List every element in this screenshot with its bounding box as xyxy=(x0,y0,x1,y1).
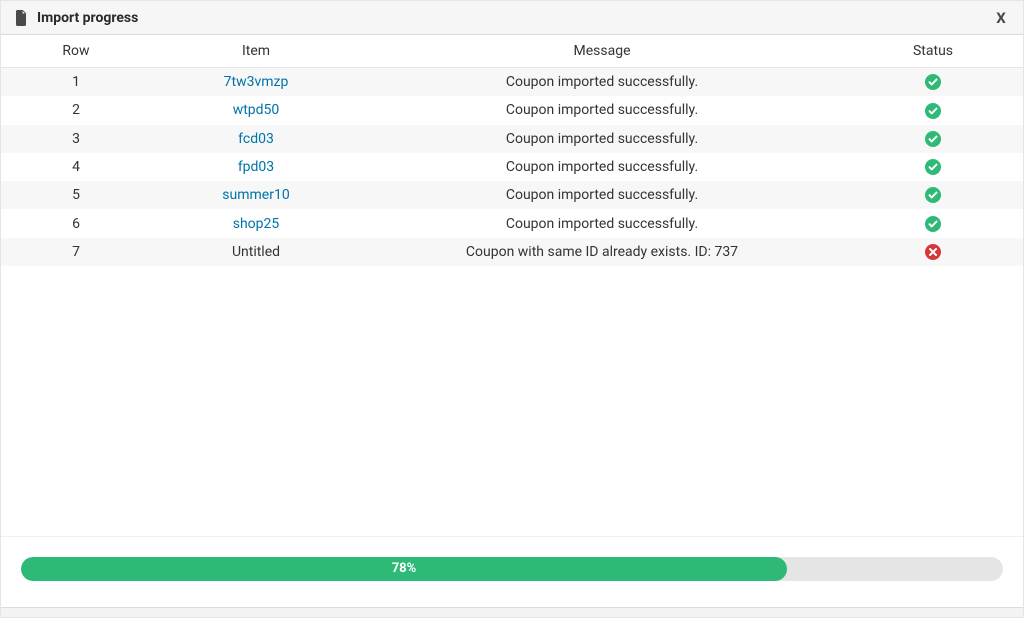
table-row: 4 fpd03 Coupon imported successfully. xyxy=(1,153,1023,181)
cell-status xyxy=(843,153,1023,181)
cell-item: wtpd50 xyxy=(151,96,361,124)
cell-message: Coupon imported successfully. xyxy=(361,68,843,97)
dialog-titlebar: Import progress X xyxy=(1,1,1023,35)
progress-bar: 78% xyxy=(21,557,1003,581)
status-error-icon xyxy=(925,244,941,260)
cell-row-number: 1 xyxy=(1,68,151,97)
item-link[interactable]: 7tw3vmzp xyxy=(224,74,289,90)
cell-message: Coupon imported successfully. xyxy=(361,209,843,237)
cell-status xyxy=(843,209,1023,237)
cell-row-number: 6 xyxy=(1,209,151,237)
close-button[interactable]: X xyxy=(991,8,1011,28)
table-row: 3 fcd03 Coupon imported successfully. xyxy=(1,125,1023,153)
cell-status xyxy=(843,125,1023,153)
item-link[interactable]: fcd03 xyxy=(238,131,274,147)
cell-row-number: 7 xyxy=(1,238,151,266)
status-success-icon xyxy=(925,131,941,147)
item-link[interactable]: wtpd50 xyxy=(233,102,280,118)
table-row: 6 shop25 Coupon imported successfully. xyxy=(1,209,1023,237)
cell-status xyxy=(843,96,1023,124)
cell-row-number: 2 xyxy=(1,96,151,124)
item-link[interactable]: shop25 xyxy=(233,216,280,232)
cell-row-number: 3 xyxy=(1,125,151,153)
header-status: Status xyxy=(843,35,1023,68)
bottom-band xyxy=(1,607,1023,617)
table-row: 5 summer10 Coupon imported successfully. xyxy=(1,181,1023,209)
cell-status xyxy=(843,68,1023,97)
document-icon xyxy=(13,10,29,26)
status-success-icon xyxy=(925,102,941,118)
cell-item: shop25 xyxy=(151,209,361,237)
status-success-icon xyxy=(925,215,941,231)
cell-message: Coupon imported successfully. xyxy=(361,153,843,181)
dialog-footer: 78% xyxy=(1,536,1023,607)
cell-item: fpd03 xyxy=(151,153,361,181)
cell-message: Coupon imported successfully. xyxy=(361,96,843,124)
header-item: Item xyxy=(151,35,361,68)
header-row: Row xyxy=(1,35,151,68)
cell-item: fcd03 xyxy=(151,125,361,153)
cell-message: Coupon imported successfully. xyxy=(361,181,843,209)
cell-status xyxy=(843,238,1023,266)
item-link[interactable]: summer10 xyxy=(222,187,289,203)
status-success-icon xyxy=(925,74,941,90)
cell-row-number: 4 xyxy=(1,153,151,181)
cell-message: Coupon with same ID already exists. ID: … xyxy=(361,238,843,266)
header-message: Message xyxy=(361,35,843,68)
table-row: 7 Untitled Coupon with same ID already exi… xyxy=(1,238,1023,266)
status-success-icon xyxy=(925,187,941,203)
cell-row-number: 5 xyxy=(1,181,151,209)
cell-item: summer10 xyxy=(151,181,361,209)
import-progress-dialog: Import progress X Row Item Message Statu… xyxy=(0,0,1024,618)
dialog-title: Import progress xyxy=(37,10,991,26)
item-text: Untitled xyxy=(232,244,280,260)
progress-label: 78% xyxy=(21,557,787,581)
table-header-row: Row Item Message Status xyxy=(1,35,1023,68)
results-table-wrap: Row Item Message Status 1 7tw3vmzp Coupon … xyxy=(1,35,1023,536)
cell-status xyxy=(843,181,1023,209)
results-table: Row Item Message Status 1 7tw3vmzp Coupon … xyxy=(1,35,1023,266)
progress-bar-fill: 78% xyxy=(21,557,787,581)
item-link[interactable]: fpd03 xyxy=(238,159,274,175)
table-row: 2 wtpd50 Coupon imported successfully. xyxy=(1,96,1023,124)
status-success-icon xyxy=(925,159,941,175)
cell-item: 7tw3vmzp xyxy=(151,68,361,97)
cell-item: Untitled xyxy=(151,238,361,266)
table-row: 1 7tw3vmzp Coupon imported successfully. xyxy=(1,68,1023,97)
cell-message: Coupon imported successfully. xyxy=(361,125,843,153)
